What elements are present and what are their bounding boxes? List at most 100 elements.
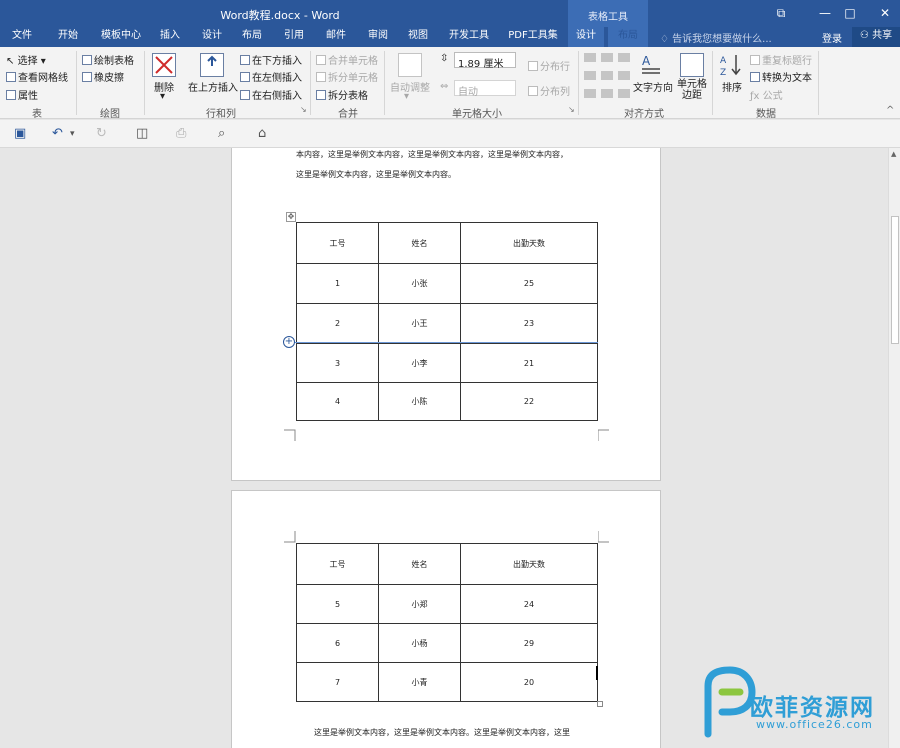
print-icon[interactable]: ⎙ <box>176 126 186 141</box>
table-resize-handle-icon[interactable] <box>597 701 603 707</box>
table-cell[interactable]: 小王 <box>378 303 461 344</box>
tab-insert[interactable]: 插入 <box>152 27 188 47</box>
insert-left-button[interactable]: 在左侧插入 <box>240 69 302 84</box>
tell-me-box[interactable]: ♢ 告诉我您想要做什么... <box>660 30 772 45</box>
sort-az-icon: AZ <box>720 53 744 78</box>
merge-cells-button[interactable]: 合并单元格 <box>316 52 378 67</box>
insert-below-button[interactable]: 在下方插入 <box>240 52 302 67</box>
table-cell[interactable]: 小青 <box>378 662 461 702</box>
autofit-button[interactable]: 自动调整 <box>390 79 430 94</box>
login-link[interactable]: 登录 <box>822 30 842 45</box>
header-cell[interactable]: 工号 <box>296 222 379 264</box>
header-cell[interactable]: 姓名 <box>378 222 461 264</box>
col-width-field[interactable]: 自动 <box>454 80 516 98</box>
text-direction-button[interactable]: 文字方向 <box>633 79 673 94</box>
sort-button[interactable]: 排序 <box>722 79 742 94</box>
table-cell[interactable]: 2 <box>296 303 379 344</box>
table-cell[interactable]: 20 <box>460 662 598 702</box>
distribute-cols-button[interactable]: 分布列 <box>528 83 570 98</box>
formula-button[interactable]: ƒx 公式 <box>750 87 783 102</box>
table-cell[interactable]: 25 <box>460 263 598 304</box>
tab-pdf-tools[interactable]: PDF工具集 <box>504 27 562 47</box>
scroll-up-icon[interactable]: ▲ <box>891 150 896 158</box>
table-cell[interactable]: 1 <box>296 263 379 304</box>
distribute-rows-button[interactable]: 分布行 <box>528 58 570 73</box>
insert-row-plus-icon[interactable]: + <box>283 336 295 348</box>
split-table-label: 拆分表格 <box>328 91 368 102</box>
insert-right-button[interactable]: 在右侧插入 <box>240 87 302 102</box>
text-direction-label: 文字方向 <box>633 83 673 94</box>
tell-me-text: 告诉我您想要做什么... <box>672 34 772 45</box>
table-cell[interactable]: 小李 <box>378 343 461 383</box>
header-cell[interactable]: 出勤天数 <box>460 222 598 264</box>
tab-layout[interactable]: 布局 <box>234 27 270 47</box>
tab-developer[interactable]: 开发工具 <box>444 27 494 47</box>
table-cell[interactable]: 24 <box>460 584 598 624</box>
table-row: 1 小张 25 <box>296 263 598 304</box>
table-cell[interactable]: 3 <box>296 343 379 383</box>
maximize-icon[interactable]: □ <box>835 0 865 27</box>
collapse-ribbon-icon[interactable]: ^ <box>886 105 894 116</box>
save-icon[interactable]: ▣ <box>14 126 26 141</box>
alignment-grid-icon[interactable] <box>584 53 630 101</box>
undo-icon[interactable]: ↶ <box>52 126 63 141</box>
close-icon[interactable]: ✕ <box>870 0 900 27</box>
vertical-scrollbar[interactable]: ▲ <box>888 148 900 748</box>
read-mode-icon[interactable]: ◫ <box>136 126 148 141</box>
eraser-button[interactable]: 橡皮擦 <box>82 69 124 84</box>
rows-cols-launcher-icon[interactable]: ↘ <box>300 105 307 114</box>
table-cell[interactable]: 小陈 <box>378 382 461 421</box>
table-cell[interactable]: 6 <box>296 623 379 663</box>
split-cells-button[interactable]: 拆分单元格 <box>316 69 378 84</box>
scrollbar-thumb[interactable] <box>891 216 899 344</box>
autofit-chevron-icon[interactable]: ▾ <box>404 91 409 102</box>
split-table-button[interactable]: 拆分表格 <box>316 87 368 102</box>
print-preview-icon[interactable]: ⌕ <box>218 126 225 141</box>
paragraph-line: 这里是举例文本内容，这里是举例文本内容。这里是举例文本内容，这里 <box>314 728 570 737</box>
tab-mailings[interactable]: 邮件 <box>318 27 354 47</box>
table-cell[interactable]: 小杨 <box>378 623 461 663</box>
tab-home[interactable]: 开始 <box>50 27 86 47</box>
tab-template-center[interactable]: 模板中心 <box>94 27 148 47</box>
row-height-value: 1.89 厘米 <box>458 59 504 70</box>
cell-size-launcher-icon[interactable]: ↘ <box>568 105 575 114</box>
draw-table-button[interactable]: 绘制表格 <box>82 52 134 67</box>
tab-file[interactable]: 文件 <box>4 27 40 47</box>
table-cell[interactable]: 小张 <box>378 263 461 304</box>
table-cell[interactable]: 22 <box>460 382 598 421</box>
row-insert-indicator-line <box>292 342 598 343</box>
ribbon-display-options-icon[interactable]: ⧉ <box>766 0 796 27</box>
tab-review[interactable]: 审阅 <box>360 27 396 47</box>
insert-left-icon <box>240 72 250 82</box>
share-button[interactable]: ⚇ 共享 <box>852 27 900 47</box>
group-label-data: 数据 <box>756 109 776 120</box>
undo-chevron-icon[interactable]: ▾ <box>70 129 75 139</box>
header-cell[interactable]: 工号 <box>296 543 379 585</box>
header-cell[interactable]: 出勤天数 <box>460 543 598 585</box>
select-button[interactable]: ↖ 选择 ▾ <box>6 52 46 67</box>
table-cell[interactable]: 23 <box>460 303 598 344</box>
tab-table-layout[interactable]: 布局 <box>608 27 648 47</box>
repeat-header-button[interactable]: 重复标题行 <box>750 52 812 67</box>
screenshot-icon[interactable]: ⌂ <box>258 126 266 141</box>
tab-design[interactable]: 设计 <box>194 27 230 47</box>
tab-references[interactable]: 引用 <box>276 27 312 47</box>
table-cell[interactable]: 小郑 <box>378 584 461 624</box>
insert-above-button[interactable]: 在上方插入 <box>188 79 238 94</box>
tab-table-design[interactable]: 设计 <box>568 27 604 47</box>
view-gridlines-button[interactable]: 查看网格线 <box>6 69 68 84</box>
delete-chevron-icon[interactable]: ▾ <box>160 91 165 102</box>
table-cell[interactable]: 21 <box>460 343 598 383</box>
table-cell[interactable]: 4 <box>296 382 379 421</box>
row-height-field[interactable]: 1.89 厘米 <box>454 52 516 70</box>
table-cell[interactable]: 5 <box>296 584 379 624</box>
tab-view[interactable]: 视图 <box>400 27 436 47</box>
table-cell[interactable]: 29 <box>460 623 598 663</box>
redo-icon[interactable]: ↻ <box>96 126 107 141</box>
table-move-handle-icon[interactable]: ✥ <box>286 212 296 222</box>
cell-margins-button[interactable]: 单元格边距 <box>676 79 708 101</box>
properties-button[interactable]: 属性 <box>6 87 38 102</box>
table-cell[interactable]: 7 <box>296 662 379 702</box>
convert-to-text-button[interactable]: 转换为文本 <box>750 69 812 84</box>
header-cell[interactable]: 姓名 <box>378 543 461 585</box>
